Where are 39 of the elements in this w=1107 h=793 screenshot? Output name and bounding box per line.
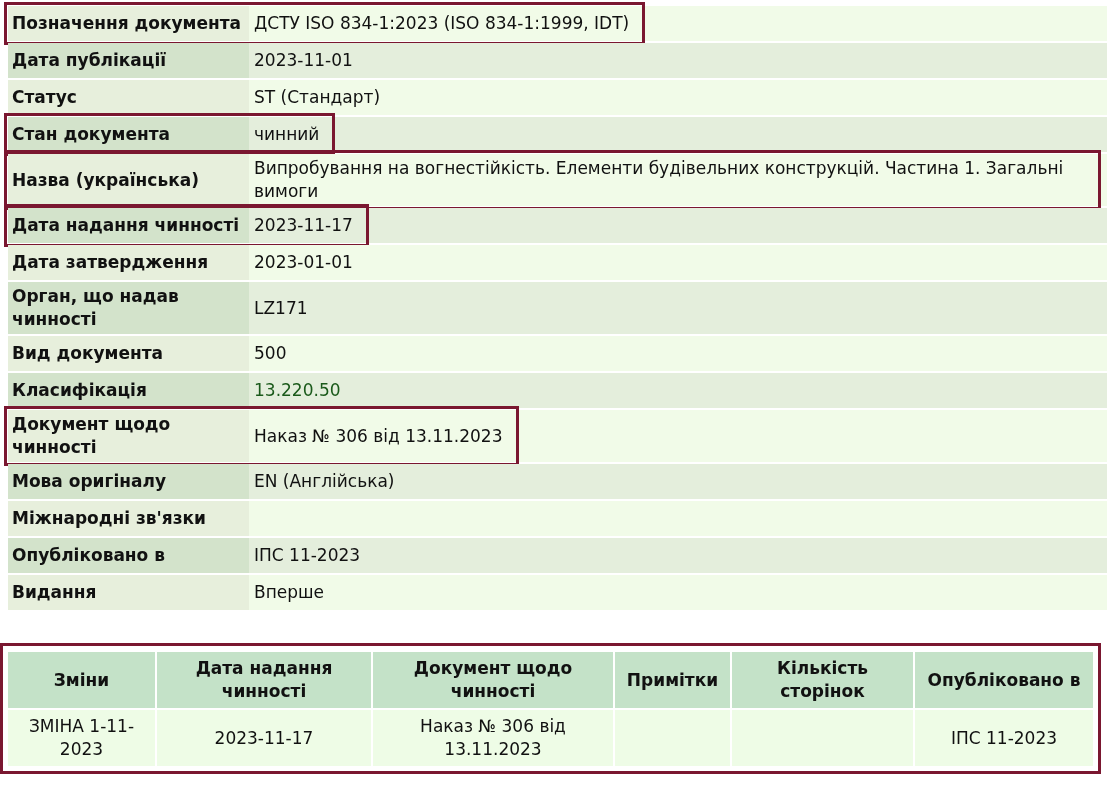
field-label: Видання bbox=[8, 575, 249, 610]
field-value: ДСТУ ISO 834-1:2023 (ISO 834-1:1999, IDT) bbox=[254, 12, 630, 35]
column-header: Документ щодо чинності bbox=[373, 652, 613, 708]
classification-link[interactable]: 13.220.50 bbox=[254, 379, 341, 402]
field-label: Класифікація bbox=[8, 373, 249, 408]
column-header: Примітки bbox=[615, 652, 730, 708]
field-label: Дата надання чинності bbox=[8, 208, 249, 243]
field-value: Випробування на вогнестійкість. Елементи будівельних конструкцій. Частина 1. Загальні вимоги bbox=[254, 157, 1065, 203]
field-value: чинний bbox=[254, 123, 320, 146]
field-value: 2023-01-01 bbox=[254, 251, 353, 274]
column-header: Опубліковано в bbox=[915, 652, 1093, 708]
field-value: EN (Англійська) bbox=[254, 470, 395, 493]
column-header: Дата надання чинності bbox=[157, 652, 371, 708]
field-value: ІПС 11-2023 bbox=[254, 544, 361, 567]
field-value: Наказ № 306 від 13.11.2023 bbox=[254, 424, 503, 448]
table-cell: ЗМІНА 1-11-2023 bbox=[8, 710, 155, 766]
field-value: 500 bbox=[254, 342, 287, 365]
field-label: Документ щодо чинності bbox=[8, 410, 249, 462]
field-label: Дата публікації bbox=[8, 43, 249, 78]
field-value: ST (Стандарт) bbox=[254, 86, 380, 109]
field-label: Назва (українська) bbox=[8, 154, 249, 206]
field-value: 2023-11-17 bbox=[254, 214, 353, 237]
field-label: Дата затвердження bbox=[8, 245, 249, 280]
field-value: LZ171 bbox=[254, 296, 308, 320]
table-cell: Наказ № 306 від 13.11.2023 bbox=[373, 710, 613, 766]
field-label: Позначення документа bbox=[8, 6, 249, 41]
field-label: Орган, що надав чинності bbox=[8, 282, 249, 334]
column-header: Кількість сторінок bbox=[732, 652, 913, 708]
table-cell: 2023-11-17 bbox=[157, 710, 371, 766]
field-label: Мова оригіналу bbox=[8, 464, 249, 499]
column-header: Зміни bbox=[8, 652, 155, 708]
field-value: Вперше bbox=[254, 581, 325, 604]
field-label: Стан документа bbox=[8, 117, 249, 152]
field-label: Міжнародні зв'язки bbox=[8, 501, 249, 536]
field-label: Статус bbox=[8, 80, 249, 115]
field-value: 2023-11-01 bbox=[254, 49, 353, 72]
field-label: Вид документа bbox=[8, 336, 249, 371]
field-label: Опубліковано в bbox=[8, 538, 249, 573]
table-cell: ІПС 11-2023 bbox=[915, 710, 1093, 766]
